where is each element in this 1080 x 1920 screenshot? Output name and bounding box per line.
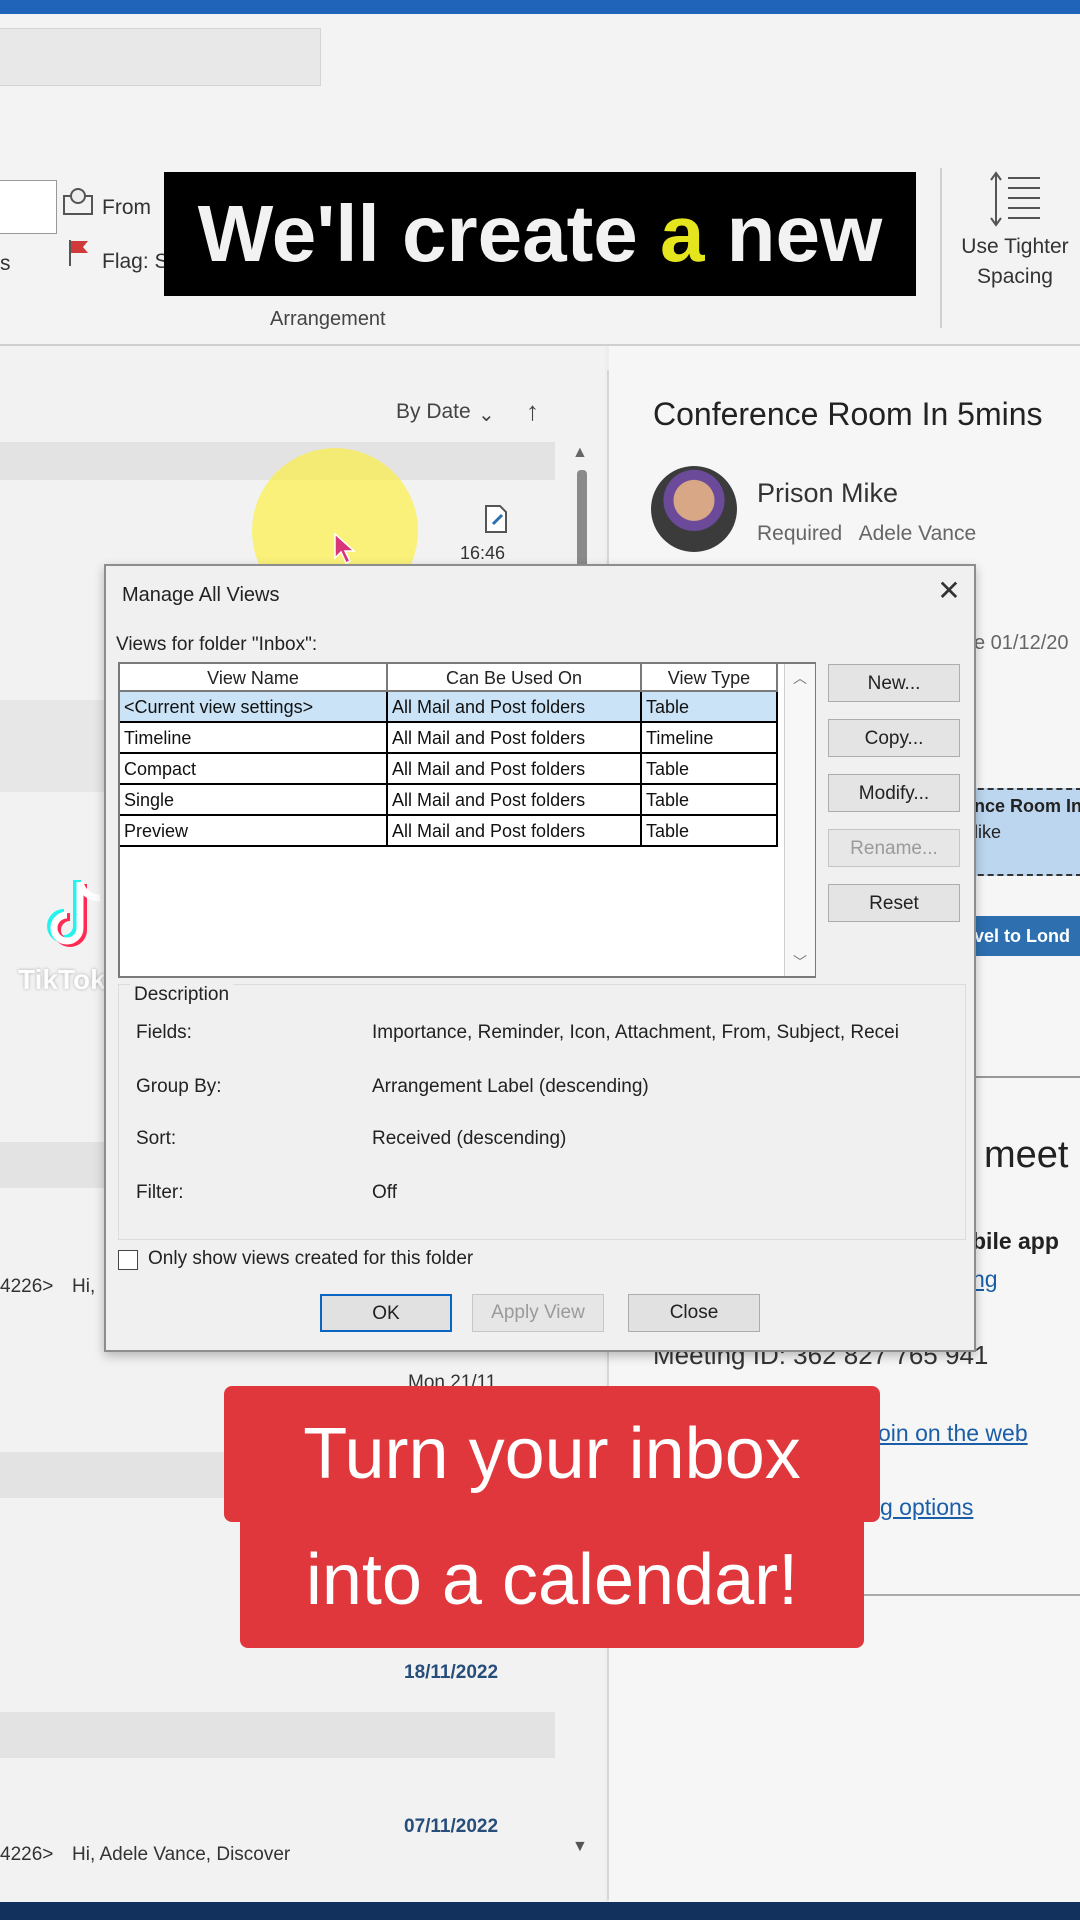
used-on-cell[interactable]: All Mail and Post folders [388,754,642,785]
dialog-title: Manage All Views [122,584,280,606]
caption-top-highlight: a [659,189,705,278]
from-icon [63,188,93,215]
message-preview-snippet: Hi, [72,1276,96,1297]
view-name-cell[interactable]: Compact [120,754,388,785]
only-show-views-label[interactable]: Only show views created for this folder [148,1248,473,1270]
list-group-header [0,1712,555,1758]
mouse-cursor-icon [334,532,356,565]
meeting-document-icon [485,505,507,533]
meeting-options-link[interactable]: g options [880,1494,973,1521]
new-view-button[interactable]: New... [828,664,960,702]
view-name-cell[interactable]: Timeline [120,723,388,754]
message-sender-snippet: 4226> [0,1276,54,1297]
tiktok-logo-icon [47,880,101,947]
mobile-app-text: bile app [972,1228,1059,1254]
used-on-cell[interactable]: All Mail and Post folders [388,785,642,816]
sort-direction-arrow-icon[interactable]: ↑ [526,396,539,427]
caption-bottom-line-1: Turn your inbox [224,1386,880,1522]
scroll-up-arrow-icon[interactable]: ▲ [572,444,588,462]
description-title: Description [130,984,234,1006]
ok-button[interactable]: OK [320,1294,452,1332]
calendar-event-bar[interactable]: vel to Lond [968,916,1080,956]
manage-all-views-dialog: Manage All Views ✕ Views for folder "Inb… [104,564,976,1352]
group-by-value: Arrangement Label (descending) [372,1076,649,1097]
close-button[interactable]: Close [628,1294,760,1332]
message-date: 07/11/2022 [404,1816,499,1837]
join-on-web-link[interactable]: oin on the web [878,1420,1028,1447]
filter-value: Off [372,1182,397,1203]
sort-value: Received (descending) [372,1128,567,1149]
used-on-cell[interactable]: All Mail and Post folders [388,816,642,847]
scroll-up-arrow-icon[interactable]: ︿ [793,668,807,688]
view-type-cell[interactable]: Table [642,754,778,785]
caption-top-suffix: new [704,189,883,278]
sort-by-date-dropdown[interactable]: By Date [396,400,471,424]
message-preview-snippet: Hi, Adele Vance, Discover [72,1844,291,1865]
event-card-subtitle: like [974,822,1002,842]
view-type-cell[interactable]: Timeline [642,723,778,754]
view-name-cell[interactable]: Preview [120,816,388,847]
message-time: 16:46 [460,543,506,563]
column-header-can-be-used-on[interactable]: Can Be Used On [388,664,642,692]
view-type-cell[interactable]: Table [642,816,778,847]
required-label: Required [757,522,843,545]
close-icon[interactable]: ✕ [934,576,964,606]
ribbon-divider [940,168,942,328]
caption-bottom-line-2: into a calendar! [240,1512,864,1648]
email-subject: Conference Room In 5mins [653,396,1043,432]
avatar [651,466,737,552]
modify-view-button[interactable]: Modify... [828,774,960,812]
copy-view-button[interactable]: Copy... [828,719,960,757]
tighter-spacing-icon[interactable] [988,170,1044,228]
list-scrollbar-thumb[interactable] [577,470,587,570]
reply-date-text: ve 01/12/20 [964,632,1069,654]
rename-view-button[interactable]: Rename... [828,829,960,867]
fields-label: Fields: [136,1022,192,1043]
view-name-cell[interactable]: <Current view settings> [120,692,388,723]
bottom-frame-band [0,1902,1080,1920]
from-arrangement-button[interactable]: From [102,196,151,220]
scroll-down-arrow-icon[interactable]: ﹀ [793,952,807,972]
view-name-cell[interactable]: Single [120,785,388,816]
filter-label: Filter: [136,1182,184,1203]
column-header-view-name[interactable]: View Name [120,664,388,692]
top-frame-band [0,0,1080,14]
search-bar[interactable] [0,28,321,86]
message-date: 18/11/2022 [404,1662,499,1683]
column-header-view-type[interactable]: View Type [642,664,778,692]
divider [860,1594,1080,1596]
chevron-down-icon[interactable]: ⌄ [478,402,495,427]
fields-value: Importance, Reminder, Icon, Attachment, … [372,1022,899,1043]
tighter-spacing-button[interactable]: Use Tighter Spacing [950,232,1080,292]
table-scrollbar[interactable]: ︿ ﹀ [784,664,815,976]
flag-icon [69,240,88,266]
attendee-line: Required Adele Vance [757,522,976,546]
event-card-title: nce Room In [974,796,1080,816]
teams-meeting-heading: meet [984,1134,1069,1176]
group-by-label: Group By: [136,1076,222,1097]
flag-arrangement-button[interactable]: Flag: S [102,250,169,274]
arrangement-group-label: Arrangement [270,308,386,330]
view-type-cell[interactable]: Table [642,692,778,723]
used-on-cell[interactable]: All Mail and Post folders [388,692,642,723]
sender-name[interactable]: Prison Mike [757,478,898,509]
sort-label: Sort: [136,1128,177,1149]
message-sender-snippet: 4226> [0,1844,54,1865]
only-show-views-checkbox[interactable] [118,1250,138,1270]
attendee-name[interactable]: Adele Vance [859,522,977,545]
apply-view-button[interactable]: Apply View [472,1294,604,1332]
caption-top: We'll create a new [164,172,916,296]
ribbon-partial-label: s [0,252,11,275]
divider [968,1076,1080,1078]
calendar-event-card[interactable]: nce Room In like [968,788,1080,876]
reset-view-button[interactable]: Reset [828,884,960,922]
views-table: View Name Can Be Used On View Type <Curr… [118,662,816,978]
used-on-cell[interactable]: All Mail and Post folders [388,723,642,754]
views-for-folder-label: Views for folder "Inbox": [116,634,318,655]
ribbon-view-box[interactable] [0,180,57,234]
tiktok-watermark: TikTok [18,964,106,995]
view-type-cell[interactable]: Table [642,785,778,816]
caption-top-prefix: We'll create [197,189,660,278]
scroll-down-arrow-icon[interactable]: ▼ [572,1838,588,1856]
